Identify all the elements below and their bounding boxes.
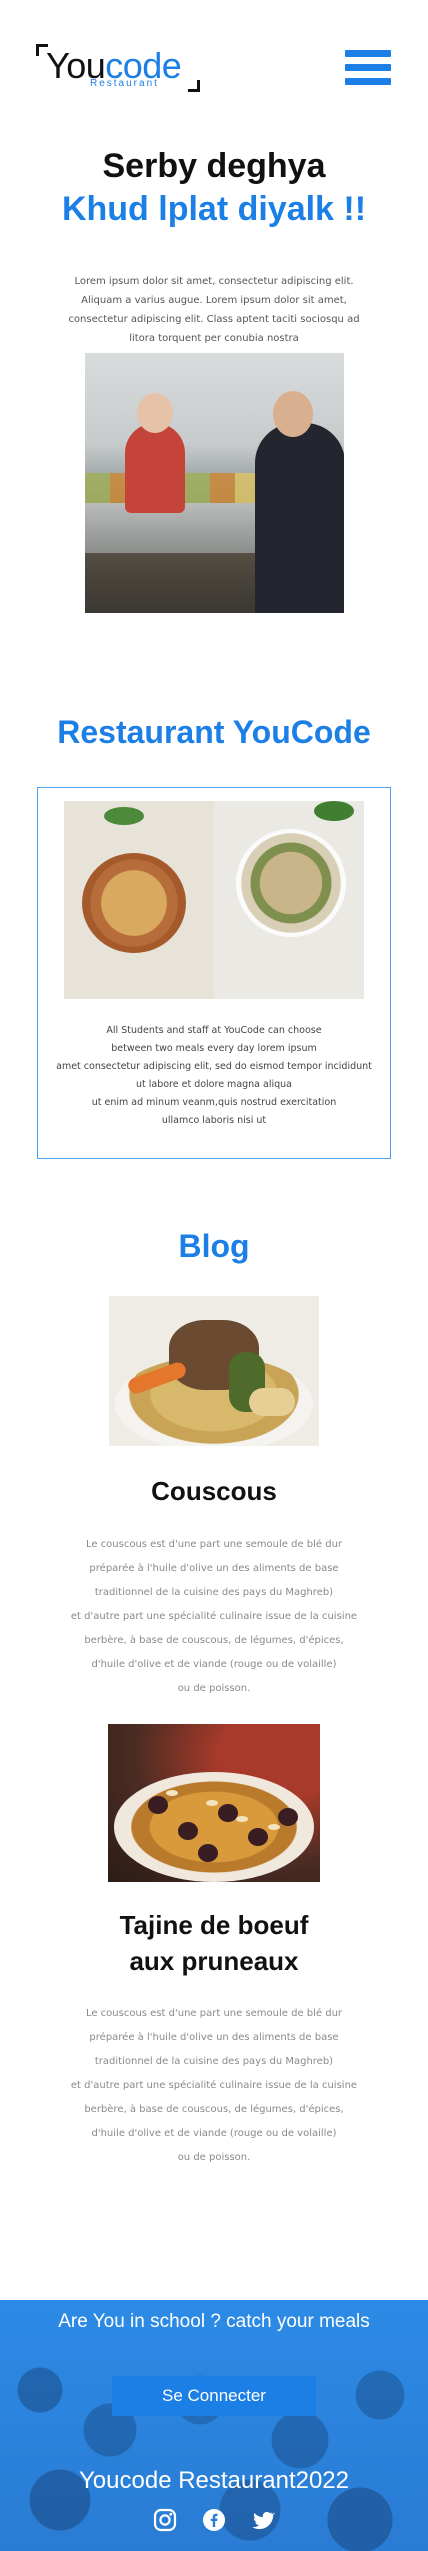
text-line: Le couscous est d'une part une semoule d…	[85, 1539, 343, 1550]
connect-button[interactable]: Se Connecter	[112, 2376, 316, 2416]
text-line: préparée à l'huile d'olive un des alimen…	[89, 2032, 339, 2043]
logo-bracket	[188, 80, 200, 92]
youcode-logo[interactable]: Youcode Restaurant	[36, 44, 200, 92]
meals-photo	[64, 801, 364, 999]
restaurant-description: All Students and staff at YouCode can ch…	[56, 1022, 372, 1130]
couscous-photo	[109, 1296, 319, 1446]
hero-title-line2: Khud lplat diyalk !!	[61, 190, 367, 228]
text-line: traditionnel de la cuisine des pays du M…	[94, 1587, 334, 1598]
text-line: berbère, à base de couscous, de légumes,…	[84, 1635, 344, 1646]
title-line: aux pruneaux	[129, 1946, 299, 1976]
text-line: ullamco laboris nisi ut	[161, 1115, 267, 1126]
text-line: Le couscous est d'une part une semoule d…	[85, 2008, 343, 2019]
text-line: ou de poisson.	[177, 2152, 251, 2163]
hamburger-menu-icon[interactable]	[345, 50, 391, 92]
footer-brand: Youcode Restaurant2022	[79, 2467, 349, 2494]
text-line: ut enim ad minum veanm,quis nostrud exer…	[91, 1097, 337, 1108]
cafeteria-photo	[85, 353, 344, 613]
text-line: berbère, à base de couscous, de légumes,…	[84, 2104, 344, 2115]
text-line: ut labore et dolore magna aliqua	[135, 1079, 293, 1090]
title-line: Tajine de boeuf	[119, 1910, 309, 1940]
text-line: traditionnel de la cuisine des pays du M…	[94, 2056, 334, 2067]
text-line: ou de poisson.	[177, 1683, 251, 1694]
text-line: préparée à l'huile d'olive un des alimen…	[89, 1563, 339, 1574]
tajine-photo	[108, 1724, 320, 1882]
logo-subtitle: Restaurant	[90, 78, 159, 89]
text-line: amet consectetur adipiscing elit, sed do…	[56, 1061, 372, 1072]
text-line: d'huile d'olive et de viande (rouge ou d…	[91, 2128, 337, 2139]
hero-paragraph: Lorem ipsum dolor sit amet, consectetur …	[68, 276, 360, 344]
text-line: between two meals every day lorem ipsum	[111, 1043, 317, 1054]
restaurant-title: Restaurant YouCode	[57, 714, 371, 750]
blog-post-title: Couscous	[151, 1476, 277, 1506]
hero-title-line1: Serby deghya	[102, 147, 326, 185]
twitter-icon[interactable]	[251, 2508, 276, 2532]
blog-post-title: Tajine de boeuf aux pruneaux	[0, 1907, 428, 1979]
blog-title: Blog	[178, 1228, 250, 1264]
instagram-icon[interactable]	[153, 2508, 177, 2532]
facebook-icon[interactable]	[202, 2508, 226, 2532]
blog-post-text: Le couscous est d'une part une semoule d…	[50, 2002, 378, 2170]
site-header: Youcode Restaurant	[0, 0, 428, 140]
text-line: d'huile d'olive et de viande (rouge ou d…	[91, 1659, 337, 1670]
text-line: All Students and staff at YouCode can ch…	[106, 1025, 322, 1036]
social-links	[0, 2508, 428, 2532]
text-line: et d'autre part une spécialité culinaire…	[70, 1611, 358, 1622]
text-line: et d'autre part une spécialité culinaire…	[70, 2080, 358, 2091]
footer-tagline: Are You in school ? catch your meals	[58, 2311, 370, 2332]
blog-post-text: Le couscous est d'une part une semoule d…	[50, 1533, 378, 1701]
